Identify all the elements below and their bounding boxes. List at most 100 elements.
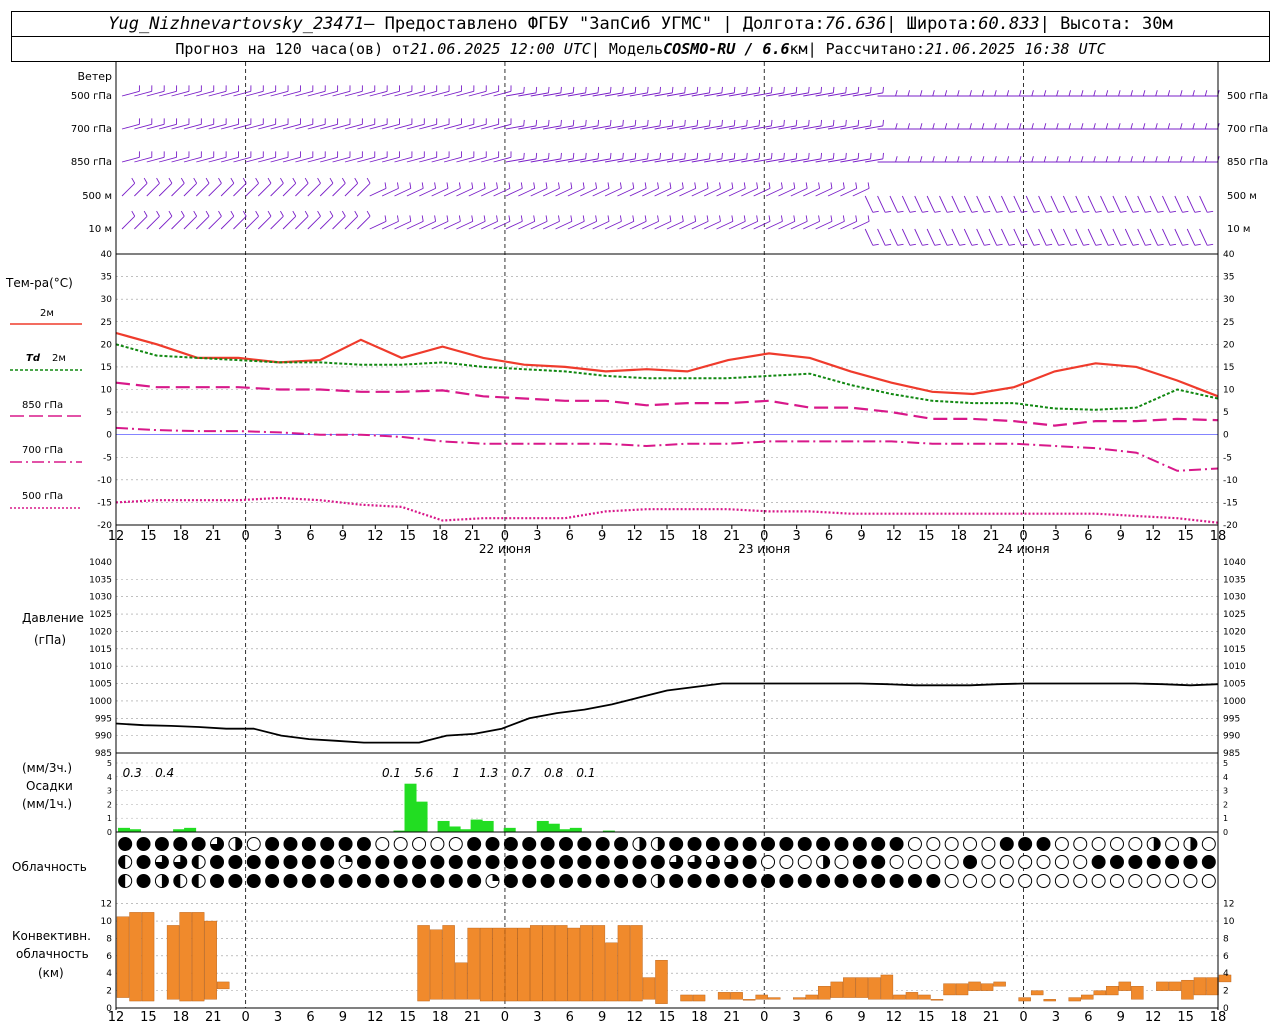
wind-barb-shaft bbox=[357, 182, 371, 197]
wind-barb-flag bbox=[545, 182, 548, 189]
wind-barb-flag bbox=[957, 123, 960, 130]
wind-barb-flag bbox=[619, 215, 622, 222]
wind-barb-flag bbox=[842, 182, 845, 189]
cloud-symbol bbox=[1165, 855, 1180, 869]
cloud-symbol bbox=[926, 855, 941, 869]
wind-barb-flag bbox=[384, 215, 387, 222]
wind-barb-flag bbox=[882, 86, 884, 93]
conv-tick-right: 4 bbox=[1223, 969, 1229, 979]
temp-tick-left: 30 bbox=[101, 295, 113, 305]
precip-3h-label: 0.1 bbox=[576, 766, 595, 780]
wind-barb-flag bbox=[1018, 123, 1022, 130]
wind-barb-flag bbox=[1056, 90, 1059, 97]
wind-barb-flag bbox=[1155, 90, 1158, 97]
hour-tick-temp: 3 bbox=[533, 529, 541, 544]
wind-barb-flag bbox=[1031, 156, 1034, 163]
hour-tick-bottom: 15 bbox=[918, 1010, 935, 1024]
cloud-symbol bbox=[632, 855, 647, 869]
cloud-symbol bbox=[301, 837, 316, 851]
cloud-symbol bbox=[1091, 837, 1106, 851]
hour-tick-bottom: 21 bbox=[724, 1010, 741, 1024]
hour-tick-temp: 21 bbox=[205, 529, 222, 544]
conv-bar bbox=[793, 997, 806, 1000]
wind-barb-flag bbox=[520, 182, 523, 189]
cloud-symbol bbox=[356, 855, 371, 869]
cloud-symbol bbox=[448, 874, 463, 888]
wind-barb-flag bbox=[758, 119, 761, 126]
hour-tick-temp: 9 bbox=[339, 529, 347, 544]
cloud-symbol bbox=[871, 874, 886, 888]
wind-barb-flag bbox=[1080, 123, 1084, 130]
conv-bar bbox=[141, 912, 155, 1002]
cloud-symbol bbox=[558, 874, 573, 888]
cloud-symbol bbox=[265, 837, 280, 851]
wind-barb-flag bbox=[292, 210, 297, 217]
cloud-symbol bbox=[724, 874, 739, 888]
cloud-symbol bbox=[779, 874, 794, 888]
wind-barb-flag bbox=[832, 119, 835, 126]
conv-bar bbox=[179, 912, 192, 1002]
wind-barb-flag bbox=[907, 123, 910, 130]
cloud-symbol bbox=[632, 874, 647, 888]
wind-barb-flag bbox=[944, 123, 948, 130]
wind-barb-flag bbox=[560, 152, 562, 159]
cloud-symbol bbox=[1054, 874, 1069, 888]
precip-bar bbox=[547, 823, 560, 832]
wind-barb-flag bbox=[545, 215, 548, 222]
cloud-symbol bbox=[614, 837, 629, 851]
hour-tick-temp: 12 bbox=[1145, 529, 1162, 544]
wind-barb-flag bbox=[329, 177, 334, 184]
rain-tick-right: 5 bbox=[1223, 759, 1228, 768]
cloud-fill bbox=[1190, 837, 1197, 851]
cloud-fill bbox=[235, 837, 242, 851]
wind-barb-flag bbox=[820, 152, 823, 159]
wind-barb-shaft bbox=[963, 195, 973, 213]
wind-barb-flag bbox=[808, 86, 810, 93]
wind-barb-flag bbox=[681, 215, 684, 222]
cloud-fill bbox=[173, 874, 181, 888]
wind-barb-flag bbox=[622, 86, 624, 93]
wind-barb-flag bbox=[329, 210, 334, 217]
cloud-title: Облачность bbox=[12, 860, 87, 874]
rain-tick-right: 3 bbox=[1223, 787, 1228, 796]
hour-tick-temp: 18 bbox=[173, 529, 190, 544]
hour-tick-temp: 6 bbox=[566, 529, 574, 544]
conv-tick-right: 6 bbox=[1223, 952, 1229, 962]
wind-barb-flag bbox=[1068, 156, 1072, 163]
legend-2m-label: 2м bbox=[40, 308, 54, 319]
wind-barb-flag bbox=[647, 86, 649, 93]
temp-tick-left: 0 bbox=[106, 431, 112, 441]
conv-bar bbox=[968, 981, 981, 991]
wind-barb-flag bbox=[585, 119, 587, 126]
wind-barb-shaft bbox=[195, 215, 210, 230]
hour-tick-temp: 12 bbox=[626, 529, 643, 544]
wind-barb-flag bbox=[1068, 90, 1072, 97]
cloud-symbol bbox=[1073, 837, 1088, 851]
wind-barb-flag bbox=[205, 177, 210, 184]
cloud-symbol bbox=[320, 855, 335, 869]
wind-barb-flag bbox=[585, 86, 587, 93]
wind-barb-flag bbox=[659, 119, 661, 126]
hour-tick-bottom: 0 bbox=[760, 1010, 768, 1024]
pres-tick-right: 1000 bbox=[1223, 697, 1246, 707]
cloud-fill bbox=[192, 855, 199, 869]
pres-tick-right: 1025 bbox=[1223, 610, 1246, 620]
cloud-fill bbox=[192, 874, 199, 888]
conv-unit: (км) bbox=[38, 966, 64, 980]
wind-barb-flag bbox=[932, 156, 935, 163]
wind-level-10m: 10 м bbox=[89, 224, 112, 235]
wind-barb-shaft bbox=[939, 195, 948, 213]
wind-barb-flag bbox=[669, 182, 672, 189]
cloud-symbol bbox=[1036, 874, 1051, 888]
wind-barb-flag bbox=[180, 210, 185, 217]
wind-barb-flag bbox=[971, 210, 978, 213]
wind-barb-flag bbox=[696, 152, 699, 159]
conv-bar bbox=[204, 920, 217, 1000]
wind-barb-shaft bbox=[1038, 228, 1047, 246]
cloud-symbol bbox=[430, 855, 445, 869]
wind-barb-flag bbox=[994, 90, 997, 97]
cloud-symbol bbox=[650, 855, 665, 869]
conv-bar bbox=[617, 925, 631, 1002]
wind-barb-shaft bbox=[134, 215, 148, 230]
wind-barb-flag bbox=[607, 215, 610, 222]
